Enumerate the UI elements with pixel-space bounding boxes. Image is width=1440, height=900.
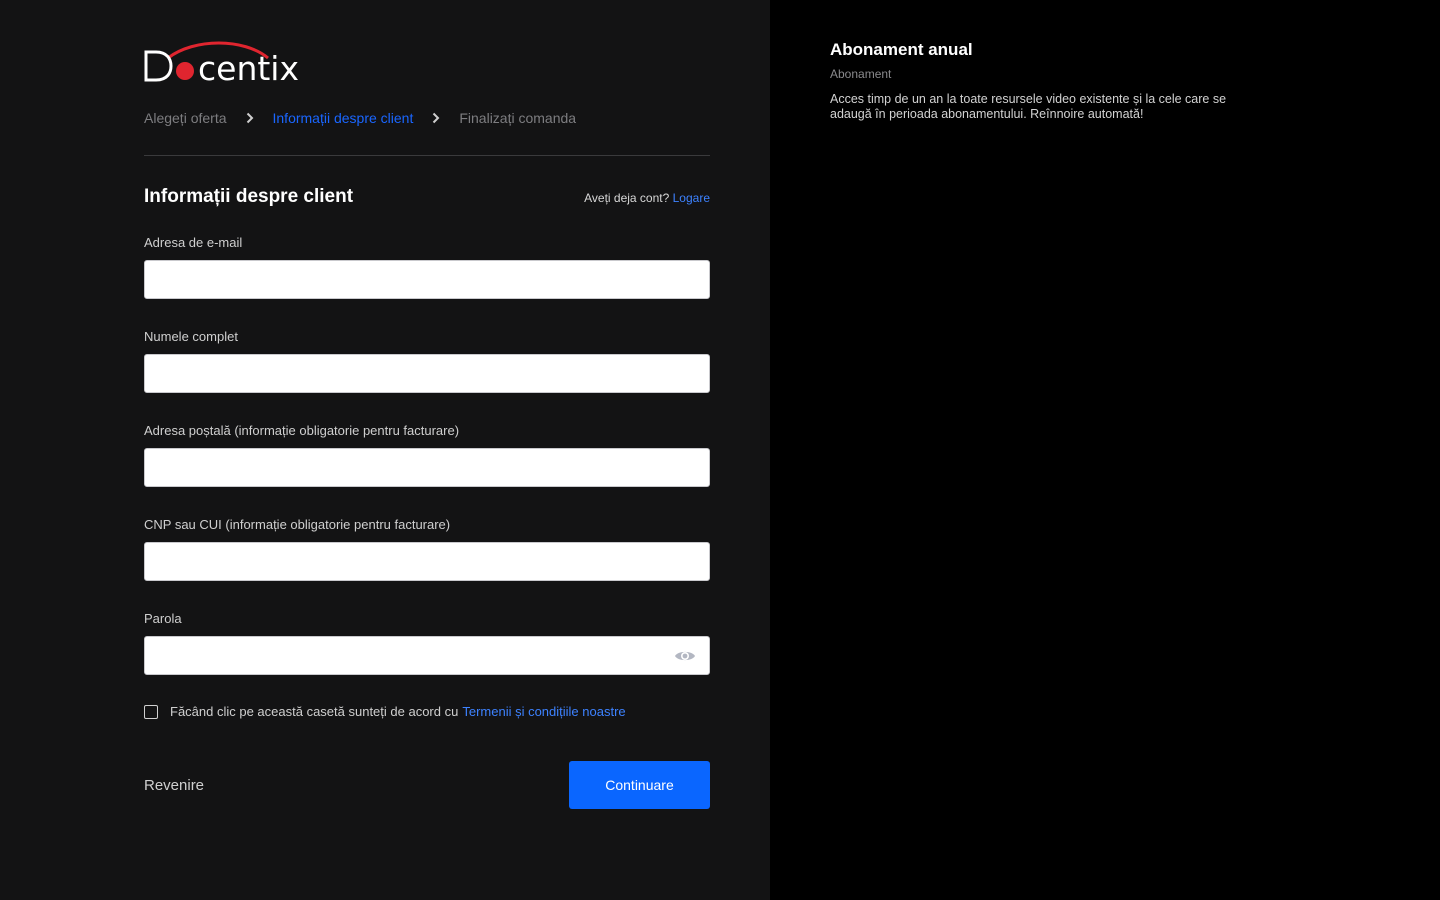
password-field[interactable] xyxy=(144,636,710,675)
full-name-field[interactable] xyxy=(144,354,710,393)
address-label: Adresa poștală (informație obligatorie p… xyxy=(144,423,460,438)
back-button[interactable]: Revenire xyxy=(144,777,204,794)
checkout-breadcrumb: Alegeți oferta Informații despre client … xyxy=(144,109,576,127)
terms-link[interactable]: Termenii și condițiile noastre xyxy=(462,704,625,719)
checkout-page: centix Alegeți oferta Informații despre … xyxy=(0,0,1440,900)
logo-text: centix xyxy=(198,49,299,84)
cnp-field[interactable] xyxy=(144,542,710,581)
terms-row: Făcând clic pe această casetă sunteți de… xyxy=(144,704,626,719)
login-link[interactable]: Logare xyxy=(673,191,710,205)
breadcrumb-step-client-info[interactable]: Informații despre client xyxy=(273,110,414,126)
email-field[interactable] xyxy=(144,260,710,299)
order-summary-panel: Abonament anual Abonament Acces timp de … xyxy=(770,0,1440,900)
continue-button[interactable]: Continuare xyxy=(569,761,710,809)
header-divider xyxy=(144,155,710,156)
plan-description: Acces timp de un an la toate resursele v… xyxy=(830,92,1227,121)
eye-icon[interactable] xyxy=(674,648,696,664)
plan-type: Abonament xyxy=(830,67,892,81)
checkout-form-panel: centix Alegeți oferta Informații despre … xyxy=(0,0,770,900)
address-field[interactable] xyxy=(144,448,710,487)
full-name-label: Numele complet xyxy=(144,329,238,344)
logo-mark: centix xyxy=(144,41,299,84)
plan-summary: Abonament anual Abonament Acces timp de … xyxy=(830,40,1260,122)
chevron-right-icon xyxy=(413,109,459,127)
terms-checkbox[interactable] xyxy=(144,704,158,719)
section-title: Informații despre client xyxy=(144,186,354,207)
chevron-right-icon xyxy=(227,109,273,127)
docentix-logo[interactable]: centix xyxy=(144,40,316,84)
terms-text: Făcând clic pe această casetă sunteți de… xyxy=(170,704,459,719)
breadcrumb-step-offer[interactable]: Alegeți oferta xyxy=(144,110,227,126)
plan-title: Abonament anual xyxy=(830,40,973,59)
login-hint: Aveți deja cont? Logare xyxy=(584,191,710,205)
password-label: Parola xyxy=(144,611,182,626)
breadcrumb-step-finalize[interactable]: Finalizați comanda xyxy=(459,110,576,126)
login-prompt: Aveți deja cont? xyxy=(584,191,670,205)
email-label: Adresa de e-mail xyxy=(144,235,243,250)
cnp-label: CNP sau CUI (informație obligatorie pent… xyxy=(144,517,451,532)
